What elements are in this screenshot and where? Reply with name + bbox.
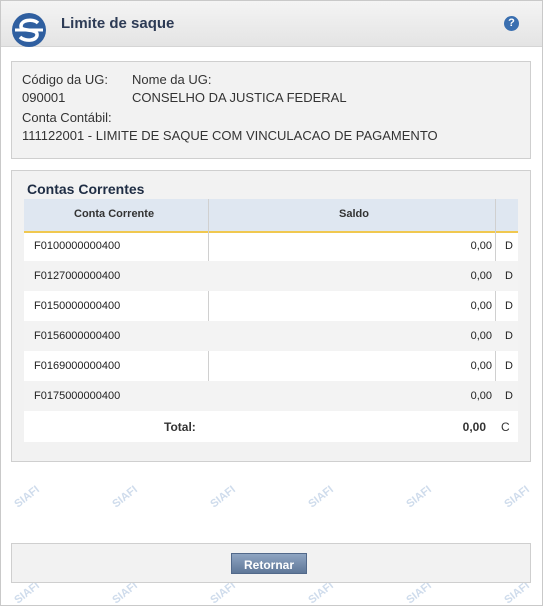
- dc-cell: D: [505, 360, 513, 372]
- watermark-text: SIAFI: [306, 579, 336, 606]
- conta-cell: F0100000000400: [34, 240, 121, 252]
- dc-cell: D: [505, 330, 513, 342]
- table-row[interactable]: F0150000000400 0,00 D: [24, 291, 518, 321]
- total-value: 0,00: [462, 420, 486, 434]
- current-accounts-panel: Contas Correntes Conta Corrente Saldo F0…: [11, 170, 531, 462]
- saldo-cell: 0,00: [470, 390, 492, 402]
- column-header-saldo[interactable]: Saldo: [339, 208, 369, 220]
- total-dc: C: [501, 420, 510, 434]
- watermark-text: SIAFI: [306, 483, 336, 511]
- dc-cell: D: [505, 270, 513, 282]
- account-info-panel: Código da UG: 090001 Nome da UG: CONSELH…: [11, 61, 531, 159]
- account-label: Conta Contábil:: [22, 110, 112, 125]
- table-row[interactable]: F0169000000400 0,00 D: [24, 351, 518, 381]
- watermark-text: SIAFI: [404, 579, 434, 606]
- help-icon[interactable]: ?: [504, 16, 519, 31]
- page-title: Limite de saque: [61, 15, 175, 32]
- conta-cell: F0127000000400: [34, 270, 121, 282]
- table-header: Conta Corrente Saldo: [24, 199, 518, 233]
- current-accounts-title: Contas Correntes: [27, 181, 145, 197]
- footer-panel: Retornar: [11, 543, 531, 583]
- dc-cell: D: [505, 240, 513, 252]
- table-row[interactable]: F0156000000400 0,00 D: [24, 321, 518, 351]
- dc-cell: D: [505, 300, 513, 312]
- saldo-cell: 0,00: [470, 240, 492, 252]
- table-total-row: Total: 0,00 C: [24, 411, 518, 442]
- ug-name-label: Nome da UG:: [132, 72, 212, 87]
- conta-cell: F0150000000400: [34, 300, 121, 312]
- saldo-cell: 0,00: [470, 270, 492, 282]
- saldo-cell: 0,00: [470, 300, 492, 312]
- siafi-logo-icon: [12, 13, 46, 47]
- dc-cell: D: [505, 390, 513, 402]
- ug-code-label: Código da UG:: [22, 72, 108, 87]
- app-window: SIAFI SIAFI SIAFI SIAFI SIAFI SIAFI SIAFI SIAFI…: [0, 0, 543, 606]
- table-row[interactable]: F0100000000400 0,00 D: [24, 231, 518, 261]
- watermark-text: SIAFI: [110, 483, 140, 511]
- account-value: 111122001 - LIMITE DE SAQUE COM VINCULAC…: [22, 128, 438, 143]
- current-accounts-table: Conta Corrente Saldo F0100000000400 0,00…: [24, 199, 518, 442]
- conta-cell: F0175000000400: [34, 390, 121, 402]
- watermark-text: SIAFI: [502, 579, 532, 606]
- watermark-text: SIAFI: [12, 579, 42, 606]
- saldo-cell: 0,00: [470, 330, 492, 342]
- watermark-text: SIAFI: [208, 483, 238, 511]
- column-header-conta[interactable]: Conta Corrente: [74, 208, 154, 220]
- table-row[interactable]: F0127000000400 0,00 D: [24, 261, 518, 291]
- watermark-text: SIAFI: [110, 579, 140, 606]
- watermark-text: SIAFI: [12, 483, 42, 511]
- ug-name-value: CONSELHO DA JUSTICA FEDERAL: [132, 90, 347, 105]
- total-label: Total:: [164, 420, 196, 434]
- watermark-text: SIAFI: [502, 483, 532, 511]
- return-button[interactable]: Retornar: [231, 553, 307, 574]
- ug-code-value: 090001: [22, 90, 66, 105]
- watermark-text: SIAFI: [404, 483, 434, 511]
- title-bar: Limite de saque ?: [1, 1, 542, 47]
- watermark-text: SIAFI: [208, 579, 238, 606]
- conta-cell: F0156000000400: [34, 330, 121, 342]
- conta-cell: F0169000000400: [34, 360, 121, 372]
- table-row[interactable]: F0175000000400 0,00 D: [24, 381, 518, 411]
- saldo-cell: 0,00: [470, 360, 492, 372]
